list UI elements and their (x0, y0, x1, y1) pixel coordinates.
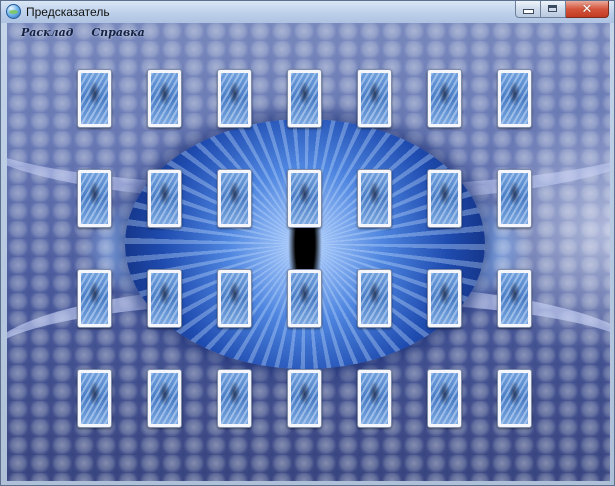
client-area: Расклад Справка (7, 23, 610, 481)
tarot-card[interactable] (147, 169, 182, 228)
tarot-card[interactable] (427, 169, 462, 228)
maximize-button[interactable] (541, 1, 566, 18)
card-back-image (361, 373, 388, 424)
tarot-card[interactable] (217, 169, 252, 228)
tarot-card[interactable] (287, 269, 322, 328)
tarot-card[interactable] (287, 69, 322, 128)
card-back-image (81, 273, 108, 324)
card-back-image (151, 273, 178, 324)
card-back-image (501, 373, 528, 424)
tarot-card[interactable] (357, 269, 392, 328)
card-back-image (221, 73, 248, 124)
tarot-card[interactable] (427, 269, 462, 328)
card-back-image (361, 73, 388, 124)
window-title: Предсказатель (26, 5, 110, 19)
close-icon: ✕ (581, 1, 593, 16)
card-back-image (501, 173, 528, 224)
tarot-card[interactable] (287, 369, 322, 428)
close-button[interactable]: ✕ (566, 1, 609, 18)
card-back-image (501, 273, 528, 324)
tarot-card[interactable] (77, 369, 112, 428)
card-back-image (221, 273, 248, 324)
menu-item-layout[interactable]: Расклад (21, 23, 73, 43)
tarot-card[interactable] (497, 269, 532, 328)
card-back-image (431, 373, 458, 424)
tarot-card[interactable] (497, 369, 532, 428)
tarot-card[interactable] (147, 269, 182, 328)
card-back-image (151, 373, 178, 424)
card-back-image (291, 273, 318, 324)
tarot-card[interactable] (77, 169, 112, 228)
card-back-image (221, 373, 248, 424)
title-bar[interactable]: Предсказатель ✕ (1, 1, 614, 23)
tarot-card[interactable] (147, 369, 182, 428)
minimize-icon (524, 10, 533, 13)
maximize-icon (548, 5, 557, 12)
tarot-card[interactable] (357, 169, 392, 228)
caption-buttons: ✕ (515, 1, 609, 19)
tarot-card[interactable] (77, 269, 112, 328)
card-back-image (151, 73, 178, 124)
card-back-image (81, 73, 108, 124)
card-back-image (151, 173, 178, 224)
card-back-image (361, 173, 388, 224)
card-back-image (221, 173, 248, 224)
tarot-card[interactable] (217, 69, 252, 128)
tarot-card[interactable] (287, 169, 322, 228)
card-back-image (431, 273, 458, 324)
tarot-card[interactable] (427, 69, 462, 128)
card-back-image (81, 173, 108, 224)
globe-app-icon (6, 4, 21, 19)
app-window: Предсказатель ✕ Расклад Справка (0, 0, 615, 486)
menu-item-help[interactable]: Справка (91, 23, 144, 43)
card-back-image (291, 373, 318, 424)
tarot-card[interactable] (77, 69, 112, 128)
tarot-card[interactable] (217, 369, 252, 428)
card-back-image (431, 73, 458, 124)
tarot-card[interactable] (427, 369, 462, 428)
card-back-image (361, 273, 388, 324)
tarot-card[interactable] (147, 69, 182, 128)
tarot-card[interactable] (357, 369, 392, 428)
card-back-image (291, 73, 318, 124)
card-back-image (81, 373, 108, 424)
tarot-card[interactable] (217, 269, 252, 328)
card-back-image (291, 173, 318, 224)
menu-bar: Расклад Справка (7, 23, 145, 43)
tarot-card[interactable] (497, 169, 532, 228)
card-back-image (431, 173, 458, 224)
card-grid (7, 23, 610, 481)
tarot-card[interactable] (497, 69, 532, 128)
minimize-button[interactable] (515, 1, 541, 18)
card-back-image (501, 73, 528, 124)
tarot-card[interactable] (357, 69, 392, 128)
